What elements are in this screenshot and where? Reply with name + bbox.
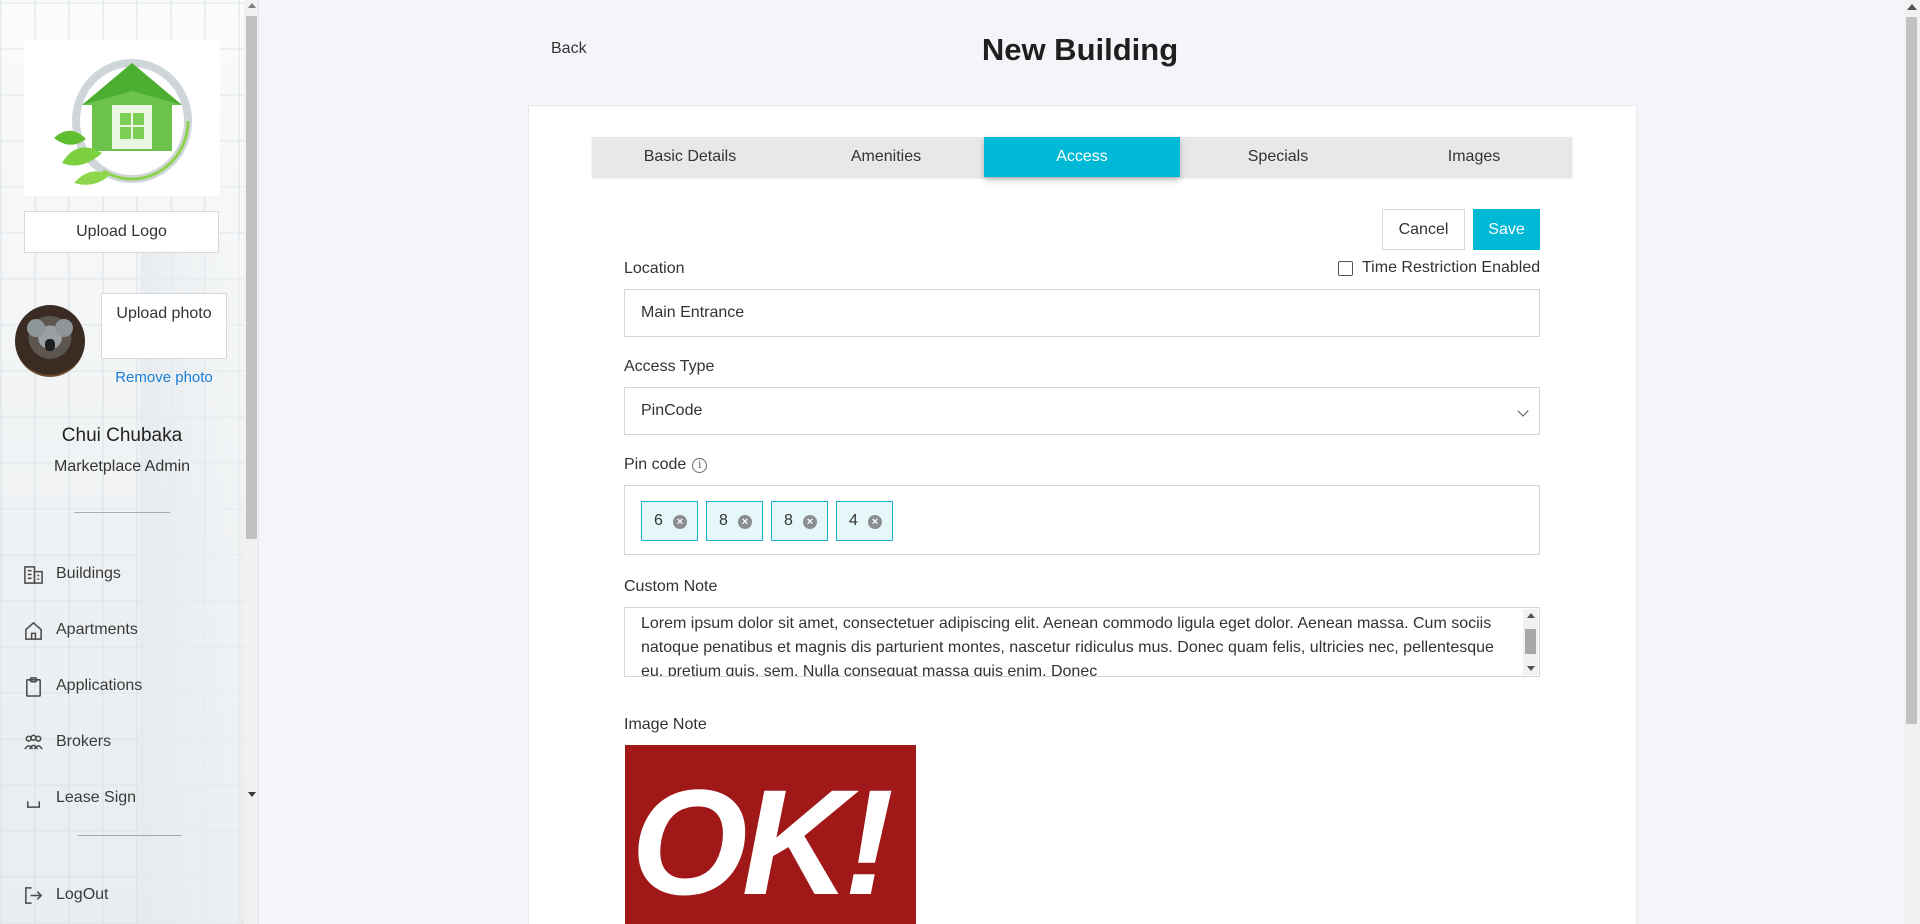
cancel-button[interactable]: Cancel: [1382, 209, 1465, 250]
clipboard-icon: [22, 675, 44, 697]
pin-chip: 4 ×: [836, 501, 893, 541]
location-field[interactable]: Main Entrance: [624, 289, 1540, 337]
logout-icon: [22, 884, 44, 906]
pin-chip: 6 ×: [641, 501, 698, 541]
chevron-down-icon: [1517, 405, 1529, 417]
location-label: Location: [624, 260, 685, 277]
nav-label: Apartments: [56, 621, 138, 638]
nav-item-logout[interactable]: LogOut: [22, 880, 232, 910]
user-name: Chui Chubaka: [61, 425, 183, 446]
info-icon[interactable]: i: [692, 458, 708, 473]
page-title: New Building: [981, 32, 1179, 67]
custom-note-textarea[interactable]: Lorem ipsum dolor sit amet, consectetuer…: [624, 607, 1540, 677]
pin-chip: 8 ×: [706, 501, 763, 541]
location-value: Main Entrance: [641, 304, 745, 321]
remove-photo-link[interactable]: Remove photo: [101, 369, 227, 386]
nav-item-applications[interactable]: Applications: [22, 671, 232, 701]
time-restriction-label: Time Restriction Enabled: [1362, 259, 1541, 276]
nav-item-brokers[interactable]: Brokers: [22, 727, 232, 757]
nav-item-lease-sign[interactable]: Lease Sign: [22, 783, 232, 813]
home-icon: [22, 619, 44, 641]
divider: [74, 512, 170, 513]
nav-label: Buildings: [56, 565, 121, 582]
image-note-image[interactable]: OK!: [625, 745, 916, 924]
nav-label: LogOut: [56, 886, 109, 903]
scroll-up-arrow-icon[interactable]: [248, 3, 256, 8]
tab-amenities[interactable]: Amenities: [788, 137, 984, 177]
tab-specials[interactable]: Specials: [1180, 137, 1376, 177]
pin-code-label: Pin code i: [624, 456, 708, 474]
scroll-up-arrow-icon[interactable]: [1907, 4, 1917, 10]
tab-images[interactable]: Images: [1376, 137, 1572, 177]
save-button[interactable]: Save: [1473, 209, 1540, 250]
avatar: [15, 305, 85, 377]
people-icon: [22, 731, 44, 753]
scrollbar-thumb[interactable]: [246, 16, 257, 539]
remove-chip-icon[interactable]: ×: [803, 515, 817, 529]
nav-item-apartments[interactable]: Apartments: [22, 615, 232, 645]
scroll-down-arrow-icon[interactable]: [248, 792, 256, 797]
upload-photo-button[interactable]: Upload photo: [101, 293, 227, 359]
pin-code-input[interactable]: 6 × 8 × 8 × 4 ×: [624, 485, 1540, 555]
nav-item-buildings[interactable]: Buildings: [22, 559, 232, 589]
document-icon: [22, 787, 44, 809]
scrollbar-thumb[interactable]: [1525, 629, 1536, 654]
scrollbar-thumb[interactable]: [1906, 17, 1917, 724]
scroll-up-arrow-icon[interactable]: [1527, 613, 1535, 618]
nav-label: Lease Sign: [56, 789, 137, 806]
tab-basic-details[interactable]: Basic Details: [592, 137, 788, 177]
nav-label: Brokers: [56, 733, 112, 750]
remove-chip-icon[interactable]: ×: [738, 515, 752, 529]
textarea-scrollbar[interactable]: [1523, 609, 1538, 675]
remove-chip-icon[interactable]: ×: [868, 515, 882, 529]
tab-bar: Basic Details Amenities Access Specials …: [592, 137, 1572, 177]
tab-access[interactable]: Access: [984, 137, 1180, 177]
sidebar-scrollbar[interactable]: [244, 0, 258, 924]
divider: [78, 835, 182, 836]
remove-chip-icon[interactable]: ×: [673, 515, 687, 529]
upload-logo-button[interactable]: Upload Logo: [24, 211, 219, 253]
buildings-icon: [22, 563, 44, 585]
custom-note-label: Custom Note: [624, 578, 718, 595]
sidebar: Upload Logo Upload photo Remove photo Ch…: [0, 0, 259, 924]
nav-label: Applications: [56, 677, 143, 694]
access-type-value: PinCode: [641, 402, 703, 419]
time-restriction-toggle[interactable]: Time Restriction Enabled: [1338, 259, 1540, 277]
ok-logo: OK!: [631, 758, 894, 924]
custom-note-value: Lorem ipsum dolor sit amet, consectetuer…: [641, 615, 1494, 677]
page-scrollbar[interactable]: [1903, 0, 1920, 924]
access-type-select[interactable]: PinCode: [624, 387, 1540, 435]
scroll-down-arrow-icon[interactable]: [1527, 666, 1535, 671]
image-note-label: Image Note: [624, 716, 707, 733]
pin-chip: 8 ×: [771, 501, 828, 541]
user-role: Marketplace Admin: [53, 458, 191, 475]
time-restriction-checkbox[interactable]: [1338, 260, 1353, 276]
access-type-label: Access Type: [624, 358, 715, 375]
